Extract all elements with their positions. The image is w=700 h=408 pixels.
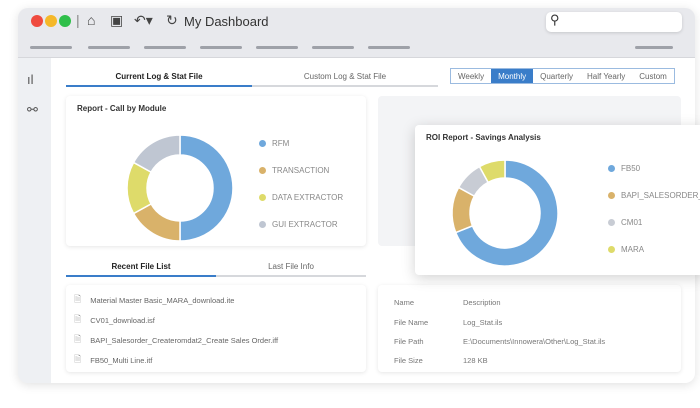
title-bar: | ⌂ ▣ ↶▾ ↻ My Dashboard ⚲ xyxy=(18,8,695,58)
legend-item: BAPI_SALESORDER_C... xyxy=(608,182,700,209)
roi-savings-card: ROI Report - Savings Analysis FB50 BAPI_… xyxy=(415,125,700,275)
list-item[interactable]: 🗎 BAPI_Salesorder_Createromdat2_Create Sa… xyxy=(74,332,278,348)
menu-item[interactable] xyxy=(256,46,298,49)
table-header: Name xyxy=(394,298,415,307)
menu-item[interactable] xyxy=(144,46,186,49)
file-icon: 🗎 xyxy=(74,294,82,304)
home-icon[interactable]: ⌂ xyxy=(87,12,95,28)
call-by-module-card: Report - Call by Module RFM TRANSACTION … xyxy=(66,96,366,246)
menu-item[interactable] xyxy=(88,46,130,49)
menu-item[interactable] xyxy=(312,46,354,49)
legend-item: RFM xyxy=(259,130,343,157)
legend-item: CM01 xyxy=(608,209,700,236)
period-monthly[interactable]: Monthly xyxy=(491,69,534,83)
table-header: Description xyxy=(463,298,501,307)
bar-chart-icon[interactable]: ıl xyxy=(27,72,34,87)
period-custom[interactable]: Custom xyxy=(632,69,674,83)
sidebar: ıl ⚯ xyxy=(18,58,51,383)
tab-custom-log[interactable]: Custom Log & Stat File xyxy=(252,72,438,87)
legend-item: MARA xyxy=(608,236,700,263)
hierarchy-icon[interactable]: ⚯ xyxy=(27,102,38,118)
tab-last-file-info[interactable]: Last File Info xyxy=(216,262,366,277)
table-cell: File Path xyxy=(394,337,424,346)
list-item[interactable]: 🗎 FB50_Multi Line.itf xyxy=(74,352,152,368)
refresh-icon[interactable]: ↻ xyxy=(166,12,178,29)
window-title: My Dashboard xyxy=(184,14,269,29)
menu-item[interactable] xyxy=(200,46,242,49)
period-quarterly[interactable]: Quarterly xyxy=(533,69,580,83)
recent-file-list: 🗎 Material Master Basic_MARA_download.ite… xyxy=(66,285,366,372)
legend-item: DATA EXTRACTOR xyxy=(259,184,343,211)
menu-item[interactable] xyxy=(368,46,410,49)
maximize-window-button[interactable] xyxy=(59,15,71,27)
table-cell: Log_Stat.ils xyxy=(463,318,503,327)
close-window-button[interactable] xyxy=(31,15,43,27)
table-cell: E:\Documents\Innowera\Other\Log_Stat.ils xyxy=(463,337,606,346)
minimize-window-button[interactable] xyxy=(45,15,57,27)
legend-item: GUI EXTRACTOR xyxy=(259,211,343,238)
module-legend: RFM TRANSACTION DATA EXTRACTOR GUI EXTRA… xyxy=(259,130,343,238)
list-item[interactable]: 🗎 Material Master Basic_MARA_download.ite xyxy=(74,292,234,308)
legend-item: FB50 xyxy=(608,155,700,182)
table-cell: File Name xyxy=(394,318,429,327)
tab-recent-files[interactable]: Recent File List xyxy=(66,262,216,277)
menu-item[interactable] xyxy=(30,46,72,49)
divider: | xyxy=(76,12,80,28)
donut-slice-gui-extractor[interactable] xyxy=(132,134,181,174)
undo-icon[interactable]: ↶▾ xyxy=(134,12,153,29)
roi-legend: FB50 BAPI_SALESORDER_C... CM01 MARA xyxy=(608,155,700,263)
table-cell: 128 KB xyxy=(463,356,488,365)
file-icon: 🗎 xyxy=(74,334,82,344)
search-input[interactable]: ⚲ xyxy=(546,12,682,32)
save-icon[interactable]: ▣ xyxy=(110,12,123,29)
period-half-yearly[interactable]: Half Yearly xyxy=(580,69,632,83)
menu-item-right[interactable] xyxy=(635,46,673,49)
file-info-table: Name Description File Name Log_Stat.ils … xyxy=(378,285,681,372)
list-item[interactable]: 🗎 CV01_download.isf xyxy=(74,312,155,328)
donut-slice-rfm[interactable] xyxy=(179,134,234,242)
period-weekly[interactable]: Weekly xyxy=(451,69,491,83)
search-icon: ⚲ xyxy=(550,12,560,27)
table-cell: File Size xyxy=(394,356,423,365)
file-icon: 🗎 xyxy=(74,354,82,364)
legend-item: TRANSACTION xyxy=(259,157,343,184)
tab-current-log[interactable]: Current Log & Stat File xyxy=(66,72,252,87)
file-icon: 🗎 xyxy=(74,314,82,324)
period-selector: Weekly Monthly Quarterly Half Yearly Cus… xyxy=(450,68,675,84)
